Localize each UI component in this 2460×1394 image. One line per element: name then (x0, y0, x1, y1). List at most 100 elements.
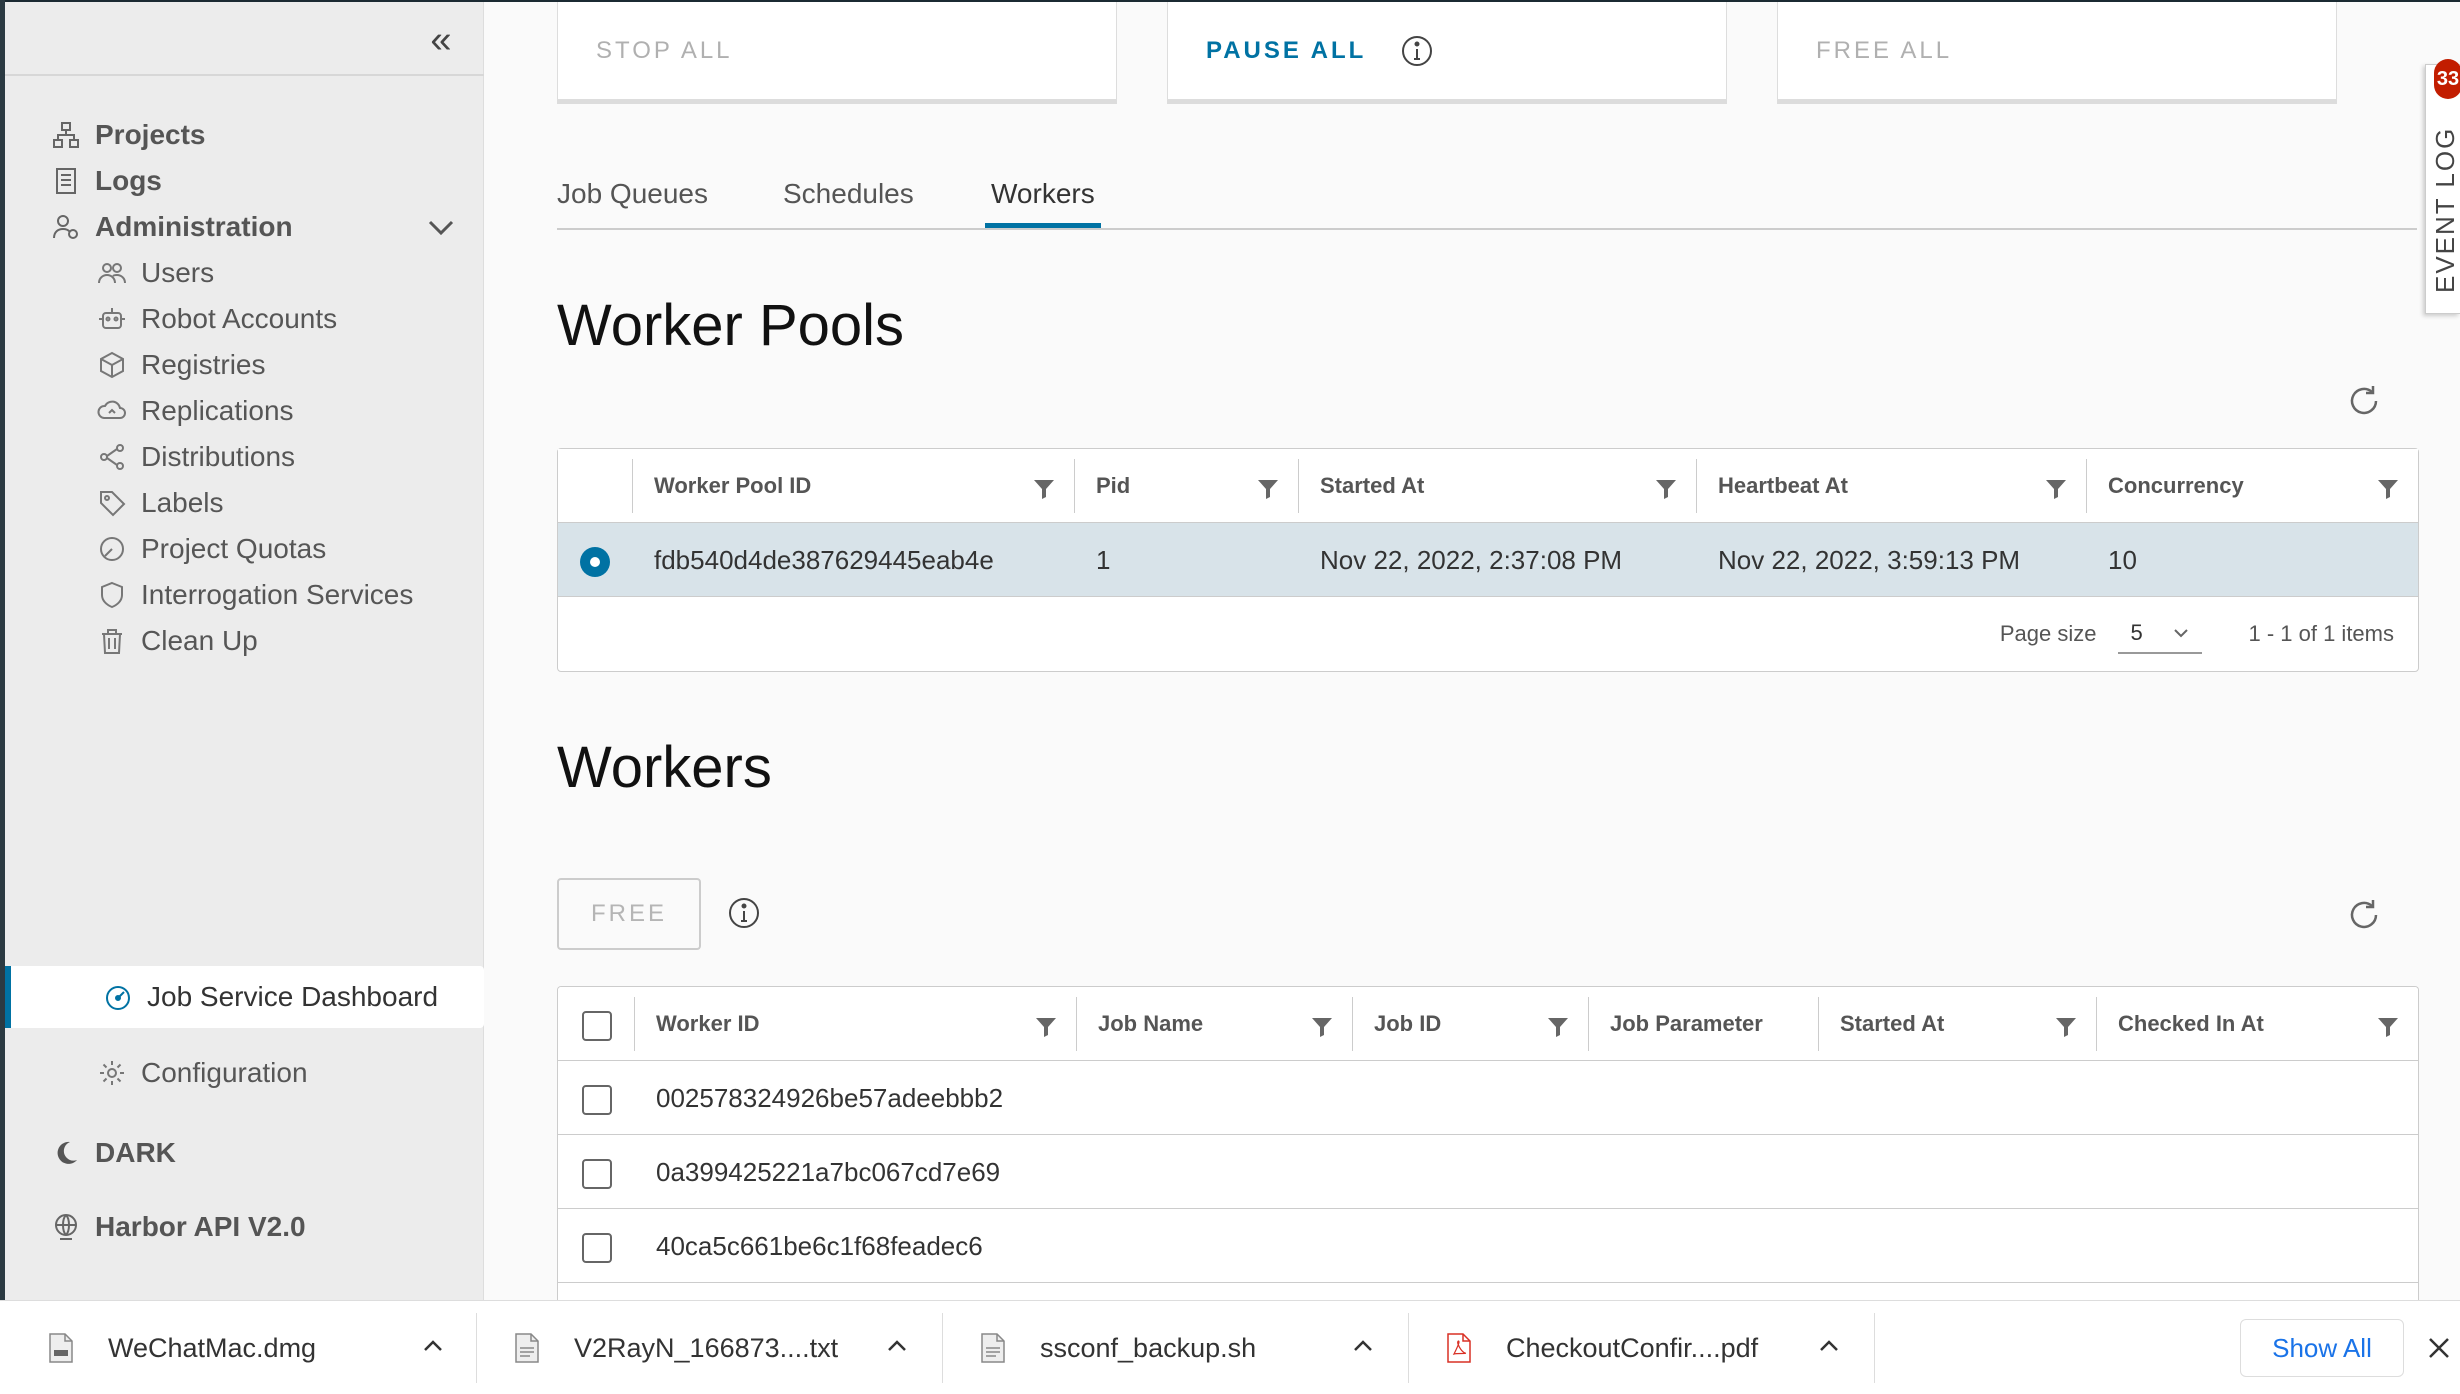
download-filename: WeChatMac.dmg (108, 1332, 317, 1363)
worker-pools-grid: Worker Pool ID Pid Started At Heartbeat … (557, 448, 2419, 672)
download-divider (476, 1313, 477, 1383)
chevron-down-icon[interactable] (424, 210, 458, 244)
column-started-at[interactable]: Started At (1298, 449, 1696, 523)
tab-job-queues[interactable]: Job Queues (557, 178, 708, 228)
quotas-icon (97, 534, 127, 564)
sidebar-item-dark[interactable]: DARK (5, 1122, 484, 1184)
info-icon[interactable] (1400, 34, 1434, 68)
chevron-down-icon (2174, 629, 2189, 638)
download-item[interactable]: ssconf_backup.sh (980, 1301, 1372, 1394)
free-button[interactable]: FREE (557, 878, 701, 950)
row-checkbox[interactable] (582, 1159, 612, 1189)
column-job-id[interactable]: Job ID (1352, 987, 1588, 1061)
download-divider (942, 1313, 943, 1383)
download-filename: CheckoutConfir....pdf (1506, 1332, 1759, 1363)
tab-schedules[interactable]: Schedules (783, 178, 914, 228)
sidebar-item-label: Labels (141, 487, 224, 518)
column-checked-in-at[interactable]: Checked In At (2096, 987, 2418, 1061)
select-all-checkbox[interactable] (582, 1011, 612, 1041)
close-icon[interactable] (2422, 1331, 2456, 1365)
tab-bar: Job Queues Schedules Workers (557, 150, 2417, 230)
sidebar-item-label: Projects (95, 119, 206, 150)
row-checkbox[interactable] (582, 1085, 612, 1115)
table-row[interactable]: 40ca5c661be6c1f68feadec6 (558, 1209, 2418, 1283)
users-icon (97, 258, 127, 288)
sidebar-item-label: Administration (95, 211, 293, 242)
grid-footer: Page size 5 1 - 1 of 1 items (558, 597, 2418, 671)
sidebar-item-label: Job Service Dashboard (147, 981, 439, 1012)
workers-header: Worker ID Job Name Job ID Job Parameter … (558, 987, 2418, 1061)
column-job-name[interactable]: Job Name (1076, 987, 1352, 1061)
download-item[interactable]: V2RayN_166873....txt (514, 1301, 906, 1394)
column-worker-id[interactable]: Worker ID (634, 987, 1076, 1061)
filter-icon[interactable] (1310, 1015, 1334, 1039)
logs-icon (51, 166, 81, 196)
collapse-sidebar-icon[interactable]: « (421, 20, 461, 60)
chevron-up-icon[interactable] (1814, 1331, 1844, 1361)
filter-icon[interactable] (2044, 477, 2068, 501)
stop-all-label: STOP ALL (596, 36, 733, 64)
table-row[interactable]: 002578324926be57adeebbb2 (558, 1061, 2418, 1135)
column-heartbeat-at[interactable]: Heartbeat At (1696, 449, 2086, 523)
filter-icon[interactable] (1546, 1015, 1570, 1039)
sidebar-item-label: Robot Accounts (141, 303, 338, 334)
tab-workers[interactable]: Workers (985, 178, 1101, 228)
filter-icon[interactable] (2376, 1015, 2400, 1039)
info-icon[interactable] (727, 896, 761, 930)
sidebar-divider (5, 74, 484, 76)
table-row[interactable]: fdb540d4de387629445eab4e 1 Nov 22, 2022,… (558, 523, 2418, 597)
event-log-tab[interactable]: 33 EVENT LOG (2425, 59, 2460, 314)
sidebar-item-label: Replications (141, 395, 294, 426)
sidebar-item-label: Logs (95, 165, 162, 196)
filter-icon[interactable] (2376, 477, 2400, 501)
sidebar-item-label: Clean Up (141, 625, 258, 656)
stop-all-button[interactable]: STOP ALL (557, 2, 1117, 100)
filter-icon[interactable] (1256, 477, 1280, 501)
page-size-label: Page size (1999, 621, 2097, 646)
column-started-at[interactable]: Started At (1818, 987, 2096, 1061)
download-item[interactable]: WeChatMac.dmg (48, 1301, 442, 1394)
chevron-up-icon[interactable] (882, 1331, 912, 1361)
download-item[interactable]: CheckoutConfir....pdf (1446, 1301, 1838, 1394)
worker-pools-title: Worker Pools (557, 293, 905, 358)
sidebar: « Projects Logs Administration Users Rob… (5, 2, 484, 1300)
row-checkbox[interactable] (582, 1233, 612, 1263)
distributions-icon (97, 442, 127, 472)
chevron-up-icon[interactable] (418, 1331, 448, 1361)
page-size-select[interactable]: 5 (2118, 614, 2203, 654)
page-size-value: 5 (2130, 620, 2143, 645)
free-all-button[interactable]: FREE ALL (1777, 2, 2337, 100)
file-icon (515, 1333, 539, 1363)
show-all-button[interactable]: Show All (2240, 1319, 2404, 1377)
cell-pid: 1 (1096, 544, 1111, 575)
refresh-worker-pools-icon[interactable] (2345, 382, 2383, 420)
filter-icon[interactable] (1034, 1015, 1058, 1039)
cell-worker-id: 002578324926be57adeebbb2 (656, 1082, 1004, 1113)
cell-concurrency: 10 (2108, 544, 2137, 575)
sidebar-item-harbor-api[interactable]: Harbor API V2.0 (5, 1196, 484, 1258)
filter-icon[interactable] (1032, 477, 1056, 501)
column-pid[interactable]: Pid (1074, 449, 1298, 523)
sidebar-item-job-service-dashboard[interactable]: Job Service Dashboard (5, 966, 484, 1028)
column-concurrency[interactable]: Concurrency (2086, 449, 2418, 523)
download-filename: V2RayN_166873....txt (574, 1332, 839, 1363)
file-icon (49, 1333, 73, 1363)
download-divider (1874, 1313, 1875, 1383)
pause-all-button[interactable]: PAUSE ALL (1167, 2, 1727, 100)
cell-started-at: Nov 22, 2022, 2:37:08 PM (1320, 544, 1623, 575)
column-worker-pool-id[interactable]: Worker Pool ID (632, 449, 1074, 523)
sidebar-item-configuration[interactable]: Configuration (5, 1042, 484, 1104)
select-column (558, 449, 632, 523)
event-log-label: EVENT LOG (2430, 126, 2460, 293)
cell-worker-id: 40ca5c661be6c1f68feadec6 (656, 1230, 983, 1261)
filter-icon[interactable] (1654, 477, 1678, 501)
sidebar-item-clean-up[interactable]: Clean Up (5, 610, 484, 672)
column-job-parameter[interactable]: Job Parameter (1588, 987, 1818, 1061)
row-select-radio[interactable] (580, 547, 610, 577)
refresh-workers-icon[interactable] (2345, 896, 2383, 934)
table-row[interactable]: 0a399425221a7bc067cd7e69 (558, 1135, 2418, 1209)
workers-grid: Worker ID Job Name Job ID Job Parameter … (557, 986, 2419, 1300)
moon-icon (51, 1138, 81, 1168)
filter-icon[interactable] (2054, 1015, 2078, 1039)
chevron-up-icon[interactable] (1348, 1331, 1378, 1361)
